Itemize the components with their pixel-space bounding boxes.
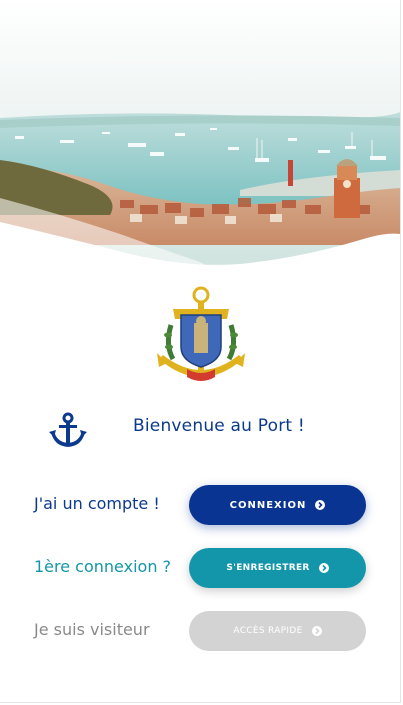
visitor-row: Je suis visiteur ACCÈS RAPIDE bbox=[34, 611, 368, 651]
login-row: J'ai un compte ! CONNEXION bbox=[34, 485, 368, 525]
have-account-label: J'ai un compte ! bbox=[34, 494, 160, 513]
harbor-crest-logo bbox=[155, 285, 247, 393]
register-row: 1ère connexion ? S'ENREGISTRER bbox=[34, 548, 368, 588]
arrow-circle-right-icon bbox=[311, 626, 322, 636]
quick-access-button[interactable]: ACCÈS RAPIDE bbox=[189, 611, 366, 651]
first-login-label: 1ère connexion ? bbox=[34, 557, 172, 576]
arrow-circle-right-icon bbox=[315, 500, 326, 510]
visitor-label: Je suis visiteur bbox=[34, 620, 150, 639]
anchor-icon bbox=[48, 412, 88, 450]
quick-access-button-label: ACCÈS RAPIDE bbox=[233, 626, 303, 636]
register-button[interactable]: S'ENREGISTRER bbox=[189, 548, 366, 588]
port-panorama-image bbox=[0, 0, 400, 270]
welcome-row: Bienvenue au Port ! bbox=[48, 410, 368, 452]
welcome-text: Bienvenue au Port ! bbox=[133, 416, 305, 436]
arrow-circle-right-icon bbox=[318, 563, 329, 573]
login-button[interactable]: CONNEXION bbox=[189, 485, 366, 525]
register-button-label: S'ENREGISTRER bbox=[226, 563, 310, 573]
app-screen: Bienvenue au Port ! J'ai un compte ! CON… bbox=[0, 0, 401, 703]
login-button-label: CONNEXION bbox=[229, 499, 307, 511]
